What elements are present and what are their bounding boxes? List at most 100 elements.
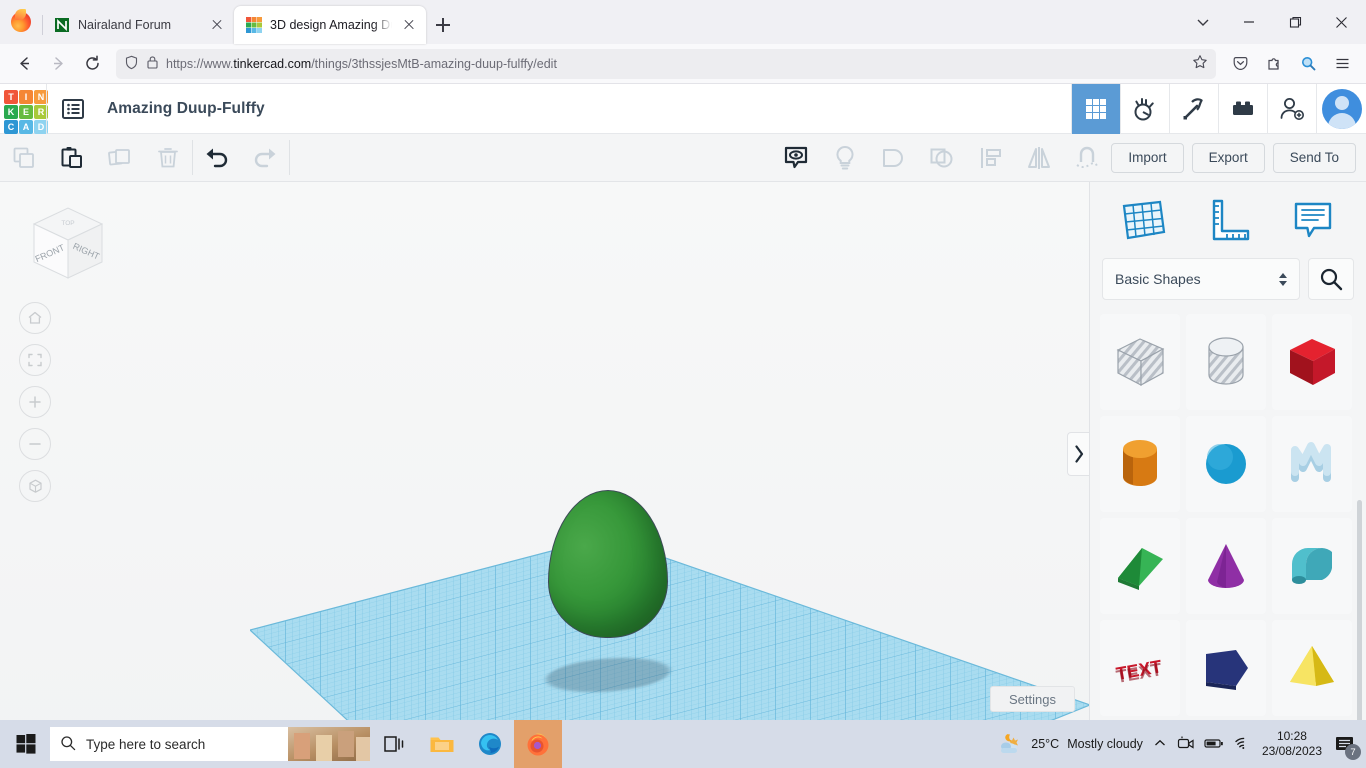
codeblocks-icon[interactable] <box>1120 84 1169 134</box>
send-to-button[interactable]: Send To <box>1273 143 1356 173</box>
extensions-icon[interactable] <box>1258 49 1290 79</box>
tinkercad-logo[interactable]: T I N K E R C A D <box>0 86 46 132</box>
export-button[interactable]: Export <box>1192 143 1265 173</box>
ortho-perspective-icon[interactable] <box>19 470 51 502</box>
search-shapes-button[interactable] <box>1308 258 1354 300</box>
minimize-icon[interactable] <box>1226 3 1272 41</box>
task-view-icon[interactable] <box>370 720 418 768</box>
ungroup-icon[interactable] <box>918 134 966 181</box>
view-cube[interactable]: FRONT RIGHT TOP <box>20 198 112 290</box>
shape-cylinder-hole[interactable] <box>1186 314 1266 410</box>
nairaland-icon <box>54 17 70 33</box>
ruler-icon[interactable] <box>1200 192 1256 248</box>
shape-scribble[interactable] <box>1272 416 1352 512</box>
workplane-icon[interactable] <box>1115 192 1171 248</box>
system-tray: 25°C Mostly cloudy 10:28 23/08/2023 7 <box>997 729 1364 760</box>
maximize-icon[interactable] <box>1272 3 1318 41</box>
file-actions: Import Export Send To <box>1111 134 1366 181</box>
webcam-icon[interactable] <box>1177 735 1194 754</box>
home-view-icon[interactable] <box>19 302 51 334</box>
windows-start-icon[interactable] <box>2 720 50 768</box>
weather-widget[interactable]: 25°C Mostly cloudy <box>997 731 1143 758</box>
show-hide-view-icon[interactable] <box>772 134 820 181</box>
news-thumbnail[interactable] <box>288 727 370 761</box>
save-to-pocket-icon[interactable] <box>1224 49 1256 79</box>
window-controls <box>1180 0 1366 44</box>
wifi-icon[interactable] <box>1234 735 1252 753</box>
redo-icon[interactable] <box>241 134 289 181</box>
browser-tab-nairaland[interactable]: Nairaland Forum <box>42 6 234 44</box>
page-title[interactable]: Amazing Duup-Fulffy <box>99 100 265 118</box>
undo-icon[interactable] <box>193 134 241 181</box>
close-icon[interactable] <box>400 16 418 34</box>
panel-collapse-button[interactable] <box>1067 432 1089 476</box>
logo-letter: T <box>4 90 18 104</box>
close-icon[interactable] <box>208 16 226 34</box>
temperature-value: 25°C <box>1031 737 1059 751</box>
menu-icon[interactable] <box>1326 49 1358 79</box>
group-icon[interactable] <box>870 134 918 181</box>
taskbar-search-placeholder: Type here to search <box>86 737 205 752</box>
shape-cone[interactable] <box>1186 518 1266 614</box>
copy-icon[interactable] <box>0 134 48 181</box>
3d-canvas[interactable]: FRONT RIGHT TOP <box>0 182 1089 756</box>
settings-button[interactable]: Settings <box>990 686 1075 712</box>
shape-sphere[interactable] <box>1186 416 1266 512</box>
shapes-panel: Basic Shapes <box>1090 182 1366 756</box>
avatar[interactable] <box>1316 84 1366 134</box>
duplicate-icon[interactable] <box>96 134 144 181</box>
reload-icon[interactable] <box>76 49 108 79</box>
shape-roof[interactable] <box>1100 518 1180 614</box>
invite-person-icon[interactable] <box>1267 84 1316 134</box>
tinkercad-header: T I N K E R C A D Amazing Duup-Fulffy <box>0 84 1366 134</box>
browser-tab-tinkercad[interactable]: 3D design Amazing Duup-Fulffy <box>234 6 426 44</box>
lightbulb-icon[interactable] <box>821 134 869 181</box>
object-egg-solid[interactable] <box>548 490 668 638</box>
shape-box-hole[interactable] <box>1100 314 1180 410</box>
editor-main: FRONT RIGHT TOP <box>0 182 1366 756</box>
shape-polygon[interactable] <box>1186 620 1266 716</box>
chevron-up-icon[interactable] <box>1153 736 1167 753</box>
delete-icon[interactable] <box>144 134 192 181</box>
padlock-icon[interactable] <box>146 55 159 72</box>
project-list-icon[interactable] <box>47 84 99 134</box>
shape-text[interactable]: TEXT TEXT <box>1100 620 1180 716</box>
windows-taskbar: Type here to search <box>0 720 1366 768</box>
align-icon[interactable] <box>967 134 1015 181</box>
back-arrow-icon[interactable] <box>8 49 40 79</box>
history-group <box>193 134 289 181</box>
paste-icon[interactable] <box>48 134 96 181</box>
blocks-grid-icon[interactable] <box>1071 84 1120 134</box>
address-bar[interactable]: https://www.tinkercad.com/things/3thssje… <box>116 49 1216 79</box>
microsoft-edge-icon[interactable] <box>466 720 514 768</box>
minecraft-pickaxe-icon[interactable] <box>1169 84 1218 134</box>
zoom-in-icon[interactable] <box>19 386 51 418</box>
taskbar-search-box[interactable]: Type here to search <box>50 727 370 761</box>
import-button[interactable]: Import <box>1111 143 1183 173</box>
shape-pyramid[interactable] <box>1272 620 1352 716</box>
list-all-tabs-icon[interactable] <box>1180 3 1226 41</box>
edit-actions-group <box>0 134 192 181</box>
shield-icon[interactable] <box>124 55 139 73</box>
shape-round-roof[interactable] <box>1272 518 1352 614</box>
taskbar-clock[interactable]: 10:28 23/08/2023 <box>1262 729 1322 760</box>
notifications-icon[interactable]: 7 <box>1332 731 1358 757</box>
lego-brick-icon[interactable] <box>1218 84 1267 134</box>
mirror-icon[interactable] <box>1015 134 1063 181</box>
firefox-icon[interactable] <box>514 720 562 768</box>
shape-grid: TEXT TEXT <box>1090 314 1366 756</box>
new-tab-button[interactable] <box>426 6 460 44</box>
close-icon[interactable] <box>1318 3 1364 41</box>
magnet-icon[interactable] <box>1063 134 1111 181</box>
battery-icon[interactable] <box>1204 736 1224 753</box>
shape-box[interactable] <box>1272 314 1352 410</box>
notes-icon[interactable] <box>1285 192 1341 248</box>
file-explorer-icon[interactable] <box>418 720 466 768</box>
fit-to-view-icon[interactable] <box>19 344 51 376</box>
shape-category-select[interactable]: Basic Shapes <box>1102 258 1300 300</box>
zoom-out-icon[interactable] <box>19 428 51 460</box>
search-icon[interactable] <box>1292 49 1324 79</box>
logo-letter: A <box>19 120 33 134</box>
star-icon[interactable] <box>1192 54 1208 73</box>
shape-cylinder[interactable] <box>1100 416 1180 512</box>
